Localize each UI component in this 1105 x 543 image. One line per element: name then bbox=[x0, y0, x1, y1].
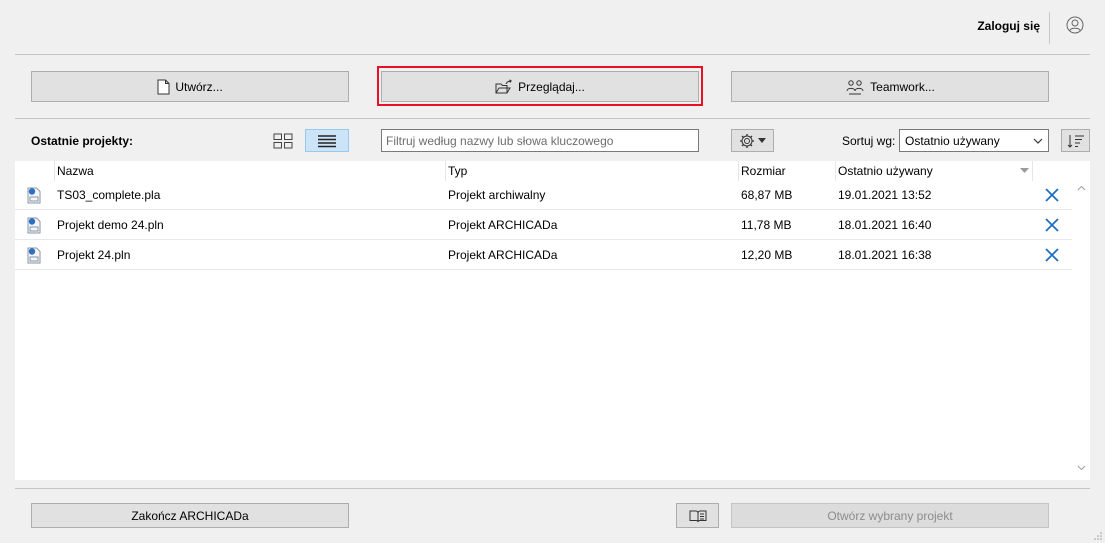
column-header-type[interactable]: Typ bbox=[448, 164, 467, 178]
list-view-icon bbox=[318, 134, 336, 147]
header-separator bbox=[1049, 12, 1050, 44]
column-separator bbox=[738, 161, 739, 181]
column-header-name[interactable]: Nazwa bbox=[57, 164, 94, 178]
sort-select[interactable]: Ostatnio używany bbox=[899, 129, 1049, 152]
cell-type: Projekt ARCHICADa bbox=[448, 248, 558, 262]
archive-file-icon bbox=[27, 187, 41, 204]
projects-table: Nazwa Typ Rozmiar Ostatnio używany TS03_… bbox=[15, 161, 1090, 480]
cell-last-used: 18.01.2021 16:40 bbox=[838, 218, 932, 232]
quit-button[interactable]: Zakończ ARCHICADa bbox=[31, 503, 349, 528]
chevron-down-icon bbox=[1033, 138, 1043, 144]
column-separator bbox=[54, 161, 55, 181]
table-row[interactable]: TS03_complete.pla Projekt archiwalny 68,… bbox=[15, 180, 1072, 210]
recent-projects-label: Ostatnie projekty: bbox=[31, 134, 134, 148]
create-button-label: Utwórz... bbox=[175, 79, 223, 94]
teamwork-button[interactable]: Teamwork... bbox=[731, 71, 1049, 102]
cell-type: Projekt ARCHICADa bbox=[448, 218, 558, 232]
project-file-icon bbox=[27, 247, 41, 264]
actions-divider bbox=[15, 118, 1090, 119]
filter-input[interactable] bbox=[381, 129, 699, 152]
library-info-button[interactable] bbox=[676, 503, 719, 528]
grid-view-button[interactable] bbox=[261, 129, 305, 152]
remove-icon[interactable] bbox=[1045, 188, 1059, 202]
remove-icon[interactable] bbox=[1045, 218, 1059, 232]
new-file-icon bbox=[157, 79, 170, 94]
cell-size: 68,87 MB bbox=[741, 188, 793, 202]
table-header: Nazwa Typ Rozmiar Ostatnio używany bbox=[15, 161, 1072, 181]
scroll-up-icon[interactable] bbox=[1077, 185, 1086, 191]
column-separator bbox=[835, 161, 836, 181]
sort-select-value: Ostatnio używany bbox=[905, 133, 1000, 148]
cell-last-used: 19.01.2021 13:52 bbox=[838, 188, 932, 202]
grid-view-icon bbox=[273, 133, 293, 148]
chevron-down-icon bbox=[758, 138, 766, 143]
cell-type: Projekt archiwalny bbox=[448, 188, 546, 202]
login-link[interactable]: Zaloguj się bbox=[977, 19, 1040, 33]
resize-grip-icon[interactable] bbox=[1094, 532, 1102, 540]
sort-label: Sortuj wg: bbox=[842, 134, 896, 148]
cell-name: Projekt 24.pln bbox=[57, 248, 131, 262]
project-file-icon bbox=[27, 217, 41, 234]
list-view-button[interactable] bbox=[305, 129, 349, 152]
column-separator bbox=[1032, 161, 1033, 181]
settings-dropdown-button[interactable] bbox=[731, 129, 774, 152]
sort-descending-icon bbox=[1020, 168, 1029, 173]
open-selected-button-label: Otwórz wybrany projekt bbox=[827, 508, 953, 523]
book-icon bbox=[689, 510, 706, 522]
footer-divider bbox=[15, 488, 1090, 489]
column-header-last-used[interactable]: Ostatnio używany bbox=[838, 164, 933, 178]
sort-order-icon bbox=[1067, 134, 1084, 148]
header-divider bbox=[15, 54, 1090, 55]
quit-button-label: Zakończ ARCHICADa bbox=[131, 508, 249, 523]
sort-direction-button[interactable] bbox=[1061, 129, 1090, 152]
table-row[interactable]: Projekt 24.pln Projekt ARCHICADa 12,20 M… bbox=[15, 240, 1072, 270]
scroll-down-icon[interactable] bbox=[1077, 465, 1086, 471]
remove-icon[interactable] bbox=[1045, 248, 1059, 262]
gear-icon bbox=[740, 133, 754, 148]
cell-name: TS03_complete.pla bbox=[57, 188, 161, 202]
create-button[interactable]: Utwórz... bbox=[31, 71, 349, 102]
cell-last-used: 18.01.2021 16:38 bbox=[838, 248, 932, 262]
cell-name: Projekt demo 24.pln bbox=[57, 218, 164, 232]
open-selected-button[interactable]: Otwórz wybrany projekt bbox=[731, 503, 1049, 528]
teamwork-button-label: Teamwork... bbox=[870, 79, 935, 94]
table-row[interactable]: Projekt demo 24.pln Projekt ARCHICADa 11… bbox=[15, 210, 1072, 240]
cell-size: 12,20 MB bbox=[741, 248, 793, 262]
highlight-frame bbox=[377, 66, 703, 106]
teamwork-icon bbox=[846, 79, 864, 94]
user-circle-icon[interactable] bbox=[1066, 16, 1084, 34]
column-separator bbox=[445, 161, 446, 181]
cell-size: 11,78 MB bbox=[741, 218, 792, 232]
column-header-size[interactable]: Rozmiar bbox=[741, 164, 786, 178]
